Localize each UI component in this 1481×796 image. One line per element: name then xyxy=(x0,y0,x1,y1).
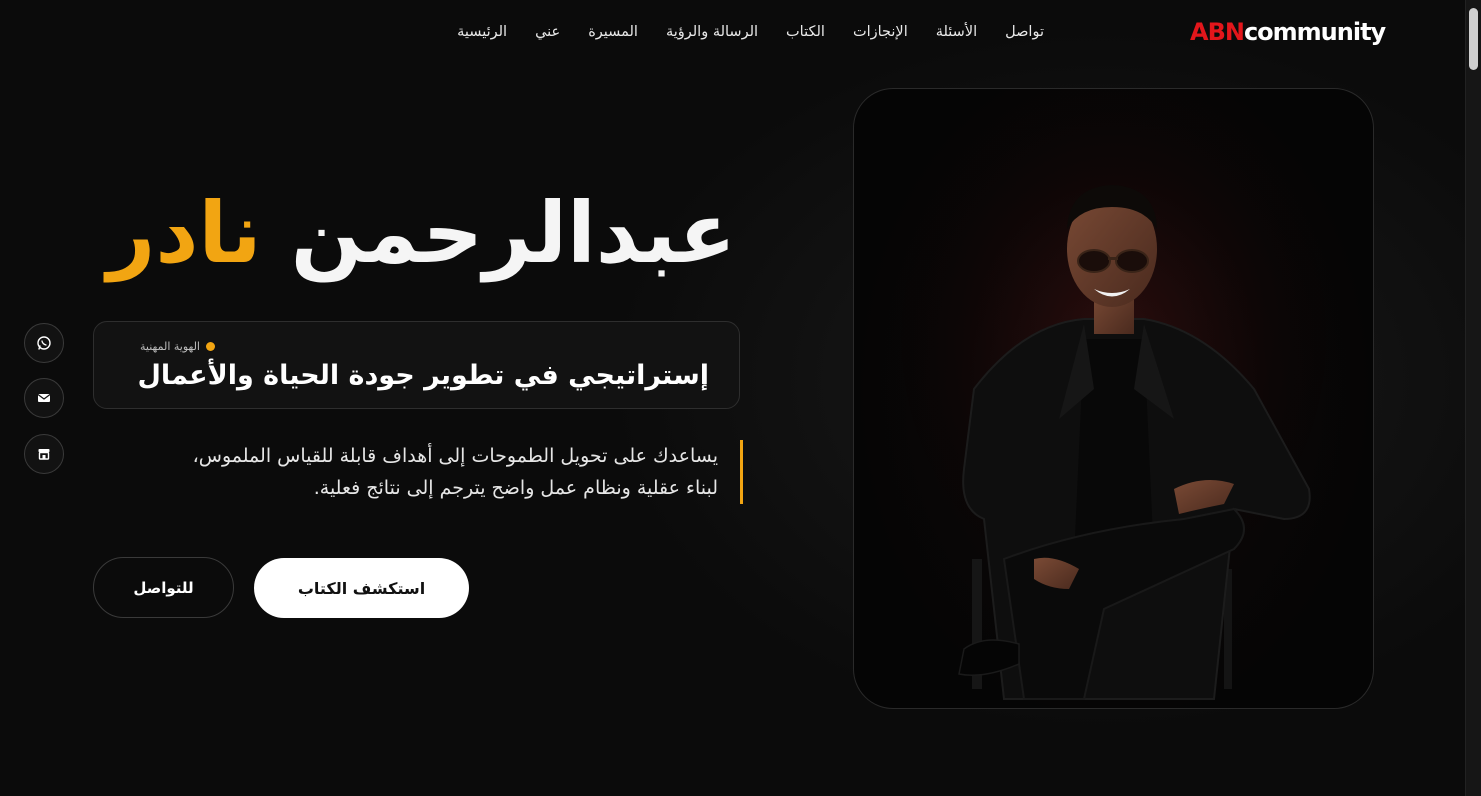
nav-item-about[interactable]: عني xyxy=(535,24,560,40)
nav-item-book[interactable]: الكتاب xyxy=(786,24,825,40)
nav-item-journey[interactable]: المسيرة xyxy=(588,24,638,40)
description-line-2: لبناء عقلية ونظام عمل واضح يترجم إلى نتا… xyxy=(313,477,718,499)
brand-logo[interactable]: ABNcommunity xyxy=(1190,18,1386,46)
logo-abn-text: ABN xyxy=(1190,18,1245,46)
logo-community-text: community xyxy=(1243,18,1386,46)
main-nav: الرئيسية عني المسيرة الرسالة والرؤية الك… xyxy=(457,24,1044,40)
email-link[interactable] xyxy=(24,378,64,418)
contact-button[interactable]: للتواصل xyxy=(93,557,234,618)
whatsapp-link[interactable] xyxy=(24,323,64,363)
portrait-photo xyxy=(853,88,1374,709)
hero-last-name: نادر xyxy=(106,184,263,282)
hero-description: يساعدك على تحويل الطموحات إلى أهداف قابل… xyxy=(68,440,743,504)
store-link[interactable] xyxy=(24,434,64,474)
store-icon xyxy=(38,449,50,460)
scrollbar-thumb[interactable] xyxy=(1469,8,1478,70)
portrait-illustration xyxy=(854,89,1373,708)
nav-item-mission[interactable]: الرسالة والرؤية xyxy=(666,24,758,40)
hero-first-name: عبدالرحمن xyxy=(290,184,737,282)
nav-item-achievements[interactable]: الإنجازات xyxy=(853,24,908,40)
nav-item-faq[interactable]: الأسئلة xyxy=(936,24,977,40)
nav-item-home[interactable]: الرئيسية xyxy=(457,24,507,40)
page: ABNcommunity الرئيسية عني المسيرة الرسال… xyxy=(0,0,1466,796)
whatsapp-icon xyxy=(37,336,51,350)
description-line-1: يساعدك على تحويل الطموحات إلى أهداف قابل… xyxy=(192,445,718,467)
explore-book-button[interactable]: استكشف الكتاب xyxy=(254,558,469,618)
page-scrollbar[interactable] xyxy=(1465,0,1481,796)
identity-title: إستراتيجي في تطوير جودة الحياة والأعمال xyxy=(137,360,710,391)
hero-name-title: عبدالرحمن نادر xyxy=(106,184,737,282)
nav-item-contact[interactable]: تواصل xyxy=(1005,24,1044,40)
identity-tag-label: الهوية المهنية xyxy=(140,340,200,353)
mail-icon xyxy=(37,394,51,402)
accent-dot-icon xyxy=(206,342,215,351)
identity-tag: الهوية المهنية xyxy=(140,340,215,353)
identity-card: الهوية المهنية إستراتيجي في تطوير جودة ا… xyxy=(93,321,740,409)
